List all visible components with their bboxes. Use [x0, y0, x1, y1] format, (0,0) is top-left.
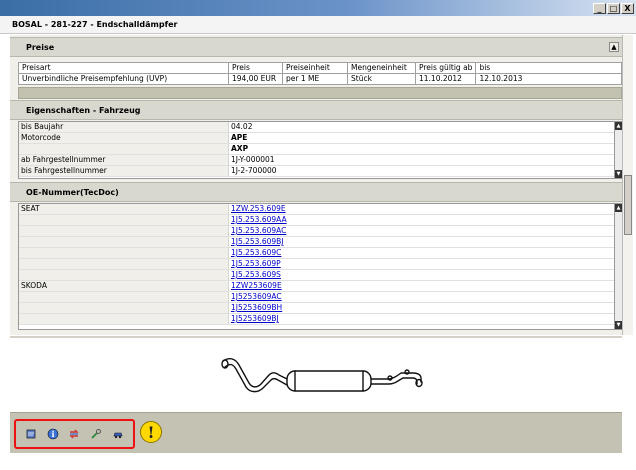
muffler-drawing [221, 357, 423, 393]
property-label: bis Fahrgestellnummer [19, 165, 229, 177]
table-cell: 11.10.2012 [414, 73, 477, 85]
scrollbar-thumb[interactable] [624, 175, 632, 235]
column-header[interactable]: Preis gültig ab [414, 62, 477, 74]
list-item: 1J5253609AC [19, 291, 615, 303]
article-details-panel: Preise ▲ Preisart Preis Preiseinheit Men… [10, 35, 623, 335]
property-value: 04.02 [228, 122, 615, 133]
main-scrollbar[interactable] [622, 35, 633, 335]
property-value: 1J-2-700000 [228, 165, 615, 177]
manufacturer-label: SKODA [19, 280, 229, 292]
scroll-down-icon[interactable]: ▼ [615, 321, 622, 329]
list-item: 1J5.253.609AA [19, 214, 615, 226]
oe-number-link[interactable]: 1J5.253.609AC [231, 226, 286, 235]
scroll-down-icon[interactable]: ▼ [615, 170, 622, 178]
list-item: 1J5253609BH [19, 302, 615, 314]
manufacturer-label [19, 258, 229, 270]
scroll-up-icon[interactable]: ▲ [615, 204, 622, 212]
property-label: bis Baujahr [19, 122, 229, 133]
manufacturer-label [19, 236, 229, 248]
oe-number-link[interactable]: 1ZW.253.609E [231, 204, 286, 213]
manufacturer-label: SEAT [19, 204, 229, 215]
oe-number-link[interactable]: 1J5253609BH [231, 303, 282, 312]
column-header[interactable]: Preis [228, 62, 283, 74]
image-divider [10, 336, 622, 338]
toolbar-highlight-group: i [14, 419, 135, 449]
property-value: 1J-Y-000001 [228, 154, 615, 166]
section-header-oe-numbers[interactable]: OE-Nummer(TecDoc) [10, 182, 622, 202]
section-title-vehicle: Eigenschaften - Fahrzeug [26, 106, 141, 115]
oe-number-link[interactable]: 1J5253609BJ [231, 314, 279, 323]
oe-number-link[interactable]: 1ZW253609E [231, 281, 282, 290]
property-label [19, 143, 229, 155]
info-icon[interactable]: i [47, 428, 59, 440]
manufacturer-label [19, 247, 229, 259]
manufacturer-label [19, 313, 229, 325]
manufacturer-label [19, 291, 229, 303]
car-icon[interactable] [112, 428, 124, 440]
property-value: APE [228, 132, 615, 144]
oe-number-link[interactable]: 1J5.253.609S [231, 270, 281, 279]
vehicle-properties-list: bis Baujahr 04.02 Motorcode APE AXP ab F… [18, 121, 616, 179]
scroll-up-icon[interactable]: ▲ [615, 122, 622, 130]
warning-icon[interactable]: ! [140, 421, 162, 443]
table-cell: Unverbindliche Preisempfehlung (UVP) [18, 73, 229, 85]
column-header[interactable]: Preiseinheit [282, 62, 348, 74]
list-item: ab Fahrgestellnummer 1J-Y-000001 [19, 154, 615, 166]
list-item: 1J5.253.609P [19, 258, 615, 270]
section-header-prices[interactable]: Preise ▲ [10, 37, 622, 57]
list-item: 1J5.253.609BJ [19, 236, 615, 248]
property-label: Motorcode [19, 132, 229, 144]
oe-number-link[interactable]: 1J5.253.609C [231, 248, 281, 257]
list-item: 1J5253609BJ [19, 313, 615, 325]
column-header[interactable]: bis [475, 62, 622, 74]
section-header-vehicle[interactable]: Eigenschaften - Fahrzeug [10, 100, 622, 120]
list-item: 1J5.253.609C [19, 247, 615, 259]
property-value: AXP [228, 143, 615, 155]
manufacturer-label [19, 225, 229, 237]
list-item: Motorcode APE [19, 132, 615, 144]
list-item: SEAT 1ZW.253.609E [19, 204, 615, 215]
property-label: ab Fahrgestellnummer [19, 154, 229, 166]
table-cell: Stück [347, 73, 416, 85]
note-icon[interactable] [25, 428, 37, 440]
section-title-prices: Preise [26, 43, 55, 52]
minimize-button[interactable]: _ [593, 2, 606, 14]
table-cell: 194,00 EUR [228, 73, 283, 85]
column-header[interactable]: Preisart [18, 62, 229, 74]
list-item: SKODA 1ZW253609E [19, 280, 615, 292]
manufacturer-label [19, 302, 229, 314]
table-cell: per 1 ME [282, 73, 348, 85]
list-item: 1J5.253.609S [19, 269, 615, 281]
oe-number-link[interactable]: 1J5.253.609AA [231, 215, 287, 224]
window-title: BOSAL - 281-227 - Endschalldämpfer [0, 16, 636, 34]
prices-header-row: Preisart Preis Preiseinheit Mengeneinhei… [18, 62, 622, 74]
oe-number-link[interactable]: 1J5253609AC [231, 292, 282, 301]
column-header[interactable]: Mengeneinheit [347, 62, 416, 74]
list-item: bis Fahrgestellnummer 1J-2-700000 [19, 165, 615, 177]
svg-text:i: i [51, 429, 54, 439]
manufacturer-label [19, 214, 229, 226]
bottom-toolbar: i ! [10, 412, 622, 453]
list-item: bis Baujahr 04.02 [19, 122, 615, 133]
window-titlebar[interactable]: _ □ X [0, 0, 636, 16]
oe-number-link[interactable]: 1J5.253.609P [231, 259, 281, 268]
close-button[interactable]: X [621, 2, 634, 14]
table-cell: 12.10.2013 [475, 73, 622, 85]
table-row[interactable]: Unverbindliche Preisempfehlung (UVP) 194… [18, 73, 622, 85]
collapse-arrow-icon[interactable]: ▲ [609, 42, 619, 52]
oe-numbers-list: SEAT 1ZW.253.609E 1J5.253.609AA 1J5.253.… [18, 203, 616, 330]
prices-table: Preisart Preis Preiseinheit Mengeneinhei… [18, 62, 622, 85]
section-title-oe-numbers: OE-Nummer(TecDoc) [26, 188, 119, 197]
manufacturer-label [19, 269, 229, 281]
list-item: 1J5.253.609AC [19, 225, 615, 237]
maximize-button[interactable]: □ [607, 2, 620, 14]
tools-icon[interactable] [90, 428, 102, 440]
list-item: AXP [19, 143, 615, 155]
oe-number-link[interactable]: 1J5.253.609BJ [231, 237, 284, 246]
refresh-icon[interactable] [68, 428, 80, 440]
prices-footer-bar [18, 87, 622, 99]
